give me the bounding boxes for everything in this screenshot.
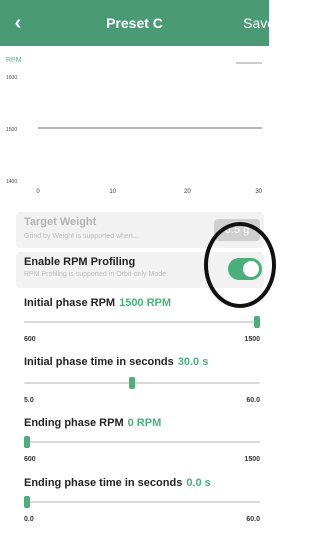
initial-rpm-value: 1500 RPM bbox=[119, 297, 172, 309]
initial-time-max: 60.0 bbox=[246, 397, 260, 404]
ending-time-slider[interactable] bbox=[24, 496, 260, 508]
slider-thumb[interactable] bbox=[24, 436, 30, 448]
initial-time-label-text: Initial phase time in seconds bbox=[24, 356, 174, 368]
initial-rpm-max: 1500 bbox=[244, 336, 260, 343]
toggle-knob bbox=[243, 261, 259, 277]
x-tick-label: 0 bbox=[36, 189, 40, 195]
x-tick-label: 20 bbox=[184, 189, 191, 195]
save-button[interactable]: Save bbox=[243, 15, 275, 31]
target-weight-card: Target Weight Grind by Weight is support… bbox=[16, 212, 264, 248]
initial-rpm-min: 600 bbox=[24, 336, 36, 343]
rpm-profiling-subtitle: RPM Profiling is supported in Orbit-only… bbox=[24, 271, 168, 278]
ending-time-label: Ending phase time in seconds 0.0 s bbox=[24, 477, 211, 489]
ending-rpm-value: 0 RPM bbox=[127, 417, 162, 429]
rpm-profiling-toggle[interactable] bbox=[228, 258, 262, 280]
ending-time-label-text: Ending phase time in seconds bbox=[24, 477, 183, 489]
slider-track bbox=[24, 321, 260, 323]
initial-time-label: Initial phase time in seconds 30.0 s bbox=[24, 356, 208, 368]
slider-track bbox=[24, 382, 260, 384]
ending-rpm-min: 600 bbox=[24, 456, 36, 463]
initial-rpm-slider[interactable] bbox=[24, 316, 260, 328]
ending-rpm-max: 1500 bbox=[244, 456, 260, 463]
initial-rpm-label: Initial phase RPM 1500 RPM bbox=[24, 297, 171, 309]
initial-time-min: 5.0 bbox=[24, 397, 34, 404]
y-axis-label: RPM bbox=[6, 57, 22, 64]
top-bar: ‹ Preset C Save bbox=[0, 0, 275, 46]
x-tick-label: 30 bbox=[255, 189, 262, 195]
slider-thumb[interactable] bbox=[254, 316, 260, 328]
target-weight-subtitle: Grind by Weight is supported when... bbox=[24, 233, 139, 240]
slider-thumb[interactable] bbox=[128, 377, 135, 389]
rpm-chart: RPM 1400 1500 1600 0 10 20 30 bbox=[0, 46, 269, 206]
y-tick-label: 1400 bbox=[6, 179, 17, 185]
y-tick-label: 1500 bbox=[6, 127, 17, 133]
rpm-chart-svg: RPM 1400 1500 1600 0 10 20 30 bbox=[6, 57, 263, 195]
rpm-profiling-title: Enable RPM Profiling bbox=[24, 256, 136, 268]
ending-time-min: 0.0 bbox=[24, 516, 34, 523]
slider-track bbox=[24, 501, 260, 503]
ending-time-max: 60.0 bbox=[246, 516, 260, 523]
initial-time-value: 30.0 s bbox=[177, 356, 209, 368]
initial-time-slider[interactable] bbox=[24, 377, 260, 389]
x-tick-label: 10 bbox=[109, 189, 116, 195]
target-weight-title: Target Weight bbox=[24, 216, 97, 228]
page-title: Preset C bbox=[106, 15, 163, 31]
slider-thumb[interactable] bbox=[24, 496, 30, 508]
y-tick-label: 1600 bbox=[6, 75, 17, 81]
ending-rpm-label: Ending phase RPM 0 RPM bbox=[24, 417, 161, 429]
slider-track bbox=[24, 441, 260, 443]
initial-rpm-label-text: Initial phase RPM bbox=[24, 297, 116, 309]
ending-rpm-slider[interactable] bbox=[24, 436, 260, 448]
rpm-profiling-card: Enable RPM Profiling RPM Profiling is su… bbox=[16, 252, 264, 288]
target-weight-value[interactable]: 6.5 g bbox=[214, 219, 260, 241]
ending-rpm-label-text: Ending phase RPM bbox=[24, 417, 124, 429]
ending-time-value: 0.0 s bbox=[186, 477, 211, 489]
